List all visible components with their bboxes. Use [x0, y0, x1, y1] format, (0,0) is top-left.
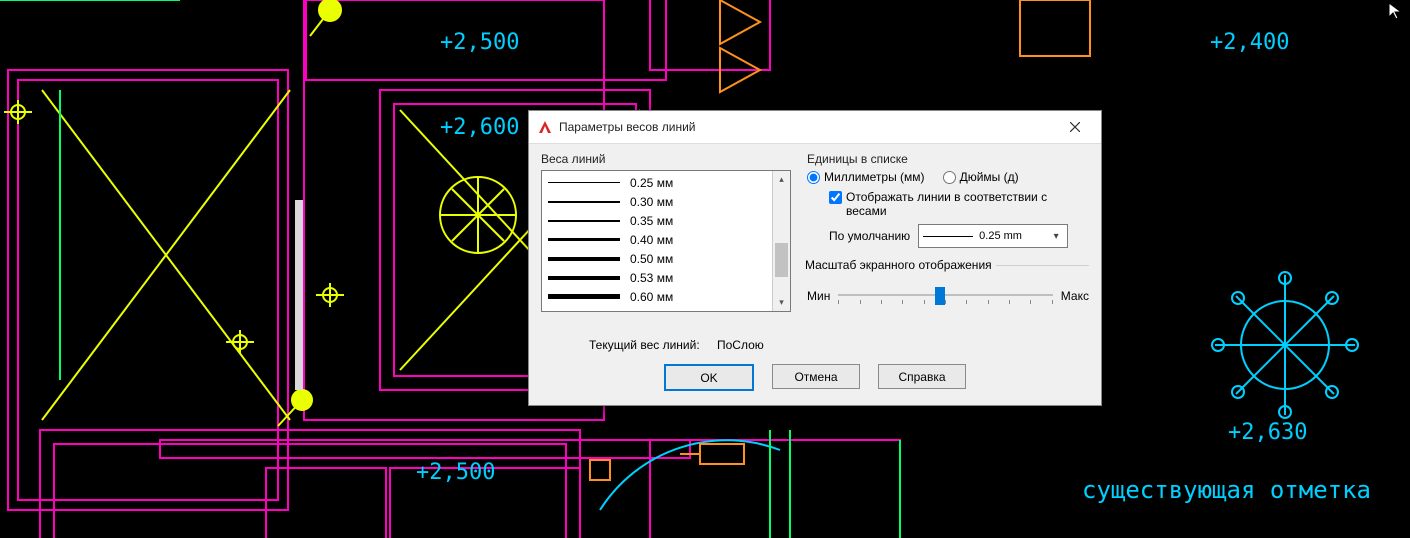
lineweight-item[interactable]: 0.53 мм — [542, 268, 772, 287]
lineweight-item[interactable]: 0.30 мм — [542, 192, 772, 211]
scale-max-label: Макс — [1061, 289, 1089, 303]
lineweight-item[interactable]: 0.60 мм — [542, 287, 772, 306]
elevation-label: +2,630 — [1228, 420, 1307, 445]
lineweight-swatch — [548, 201, 620, 203]
lineweight-swatch — [548, 276, 620, 280]
scrollbar[interactable]: ▴ ▾ — [772, 171, 790, 311]
close-button[interactable] — [1053, 112, 1097, 142]
lineweight-swatch — [548, 257, 620, 261]
lineweight-list-label: Веса линий — [541, 152, 791, 166]
lineweight-item-label: 0.53 мм — [630, 271, 673, 285]
dialog-titlebar[interactable]: Параметры весов линий — [529, 111, 1101, 144]
lineweight-item[interactable]: 0.50 мм — [542, 249, 772, 268]
slider-thumb[interactable] — [935, 287, 945, 305]
elevation-label: +2,500 — [416, 460, 495, 485]
radio-in-label: Дюймы (д) — [960, 170, 1019, 184]
lineweight-item-label: 0.50 мм — [630, 252, 673, 266]
scale-min-label: Мин — [807, 289, 830, 303]
display-lineweight-label: Отображать линии в соответствии с весами — [846, 190, 1056, 218]
lineweight-swatch — [548, 220, 620, 222]
elevation-label: +2,500 — [440, 30, 519, 55]
default-lineweight-select[interactable]: 0.25 mm ▾ — [918, 224, 1068, 248]
current-lineweight-label: Текущий вес линий: — [589, 338, 700, 352]
radio-in-input[interactable] — [943, 171, 956, 184]
scroll-thumb[interactable] — [775, 243, 788, 277]
radio-inches[interactable]: Дюймы (д) — [943, 170, 1019, 184]
scroll-track[interactable] — [773, 188, 790, 294]
radio-mm-input[interactable] — [807, 171, 820, 184]
default-label: По умолчанию — [829, 229, 910, 243]
units-group-label: Единицы в списке — [807, 152, 1089, 166]
lineweight-swatch — [548, 238, 620, 241]
display-lineweight-checkbox[interactable] — [829, 191, 842, 204]
ok-button[interactable]: OK — [664, 364, 754, 391]
scroll-down-button[interactable]: ▾ — [773, 294, 790, 311]
help-button[interactable]: Справка — [878, 364, 966, 389]
lineweight-item-label: 0.30 мм — [630, 195, 673, 209]
lineweight-settings-dialog: Параметры весов линий Веса линий 0.25 мм… — [528, 110, 1102, 406]
cancel-button[interactable]: Отмена — [772, 364, 860, 389]
chevron-down-icon: ▾ — [1049, 231, 1063, 242]
lineweight-item[interactable]: 0.40 мм — [542, 230, 772, 249]
lineweight-item-label: 0.60 мм — [630, 290, 673, 304]
lineweight-item-label: 0.40 мм — [630, 233, 673, 247]
autocad-icon — [537, 119, 553, 135]
line-sample-icon — [923, 236, 973, 237]
lineweight-swatch — [548, 182, 620, 183]
lineweight-item[interactable]: 0.25 мм — [542, 173, 772, 192]
lineweight-item-label: 0.25 мм — [630, 176, 673, 190]
dialog-title: Параметры весов линий — [559, 120, 1053, 134]
close-icon — [1070, 122, 1080, 132]
scroll-up-button[interactable]: ▴ — [773, 171, 790, 188]
radio-millimeters[interactable]: Миллиметры (мм) — [807, 170, 925, 184]
scale-slider[interactable] — [838, 282, 1052, 310]
scale-group-label: Масштаб экранного отображения — [805, 258, 996, 272]
lineweight-list[interactable]: 0.25 мм 0.30 мм 0.35 мм 0.40 мм 0.50 мм 0.53 … — [541, 170, 791, 312]
radio-mm-label: Миллиметры (мм) — [824, 170, 925, 184]
lineweight-item[interactable]: 0.35 мм — [542, 211, 772, 230]
elevation-label: +2,600 — [440, 115, 519, 140]
default-select-value: 0.25 mm — [979, 230, 1043, 242]
note-label: существующая отметка — [1082, 476, 1371, 504]
lineweight-swatch — [548, 294, 620, 299]
lineweight-item-label: 0.35 мм — [630, 214, 673, 228]
current-lineweight-value: ПоСлою — [717, 338, 764, 352]
elevation-label: +2,400 — [1210, 30, 1289, 55]
